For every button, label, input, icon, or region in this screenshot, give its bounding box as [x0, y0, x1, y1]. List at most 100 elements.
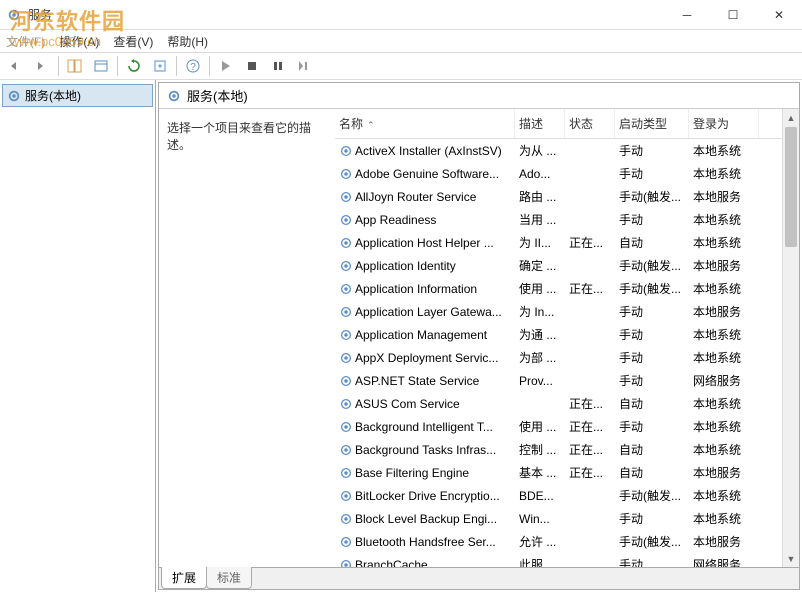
- table-row[interactable]: Background Tasks Infras...控制 ...正在...自动本…: [335, 438, 799, 461]
- list-rows: ActiveX Installer (AxInstSV)为从 ...手动本地系统…: [335, 139, 799, 567]
- tree-item-services-local[interactable]: 服务(本地): [2, 84, 153, 107]
- window-title: 服务: [28, 6, 52, 23]
- service-desc: 当用 ...: [515, 210, 565, 229]
- gear-icon: [339, 512, 353, 526]
- tab-standard[interactable]: 标准: [206, 567, 252, 589]
- table-row[interactable]: Background Intelligent T...使用 ...正在...手动…: [335, 415, 799, 438]
- table-row[interactable]: Application Layer Gatewa...为 In...手动本地服务: [335, 300, 799, 323]
- table-row[interactable]: Application Management为通 ...手动本地系统: [335, 323, 799, 346]
- table-row[interactable]: Adobe Genuine Software...Ado...手动本地系统: [335, 162, 799, 185]
- column-status[interactable]: 状态: [565, 109, 615, 138]
- start-button[interactable]: [214, 55, 238, 77]
- service-status: [565, 495, 615, 497]
- service-desc: Win...: [515, 511, 565, 527]
- service-name: ASP.NET State Service: [355, 374, 479, 388]
- scroll-thumb[interactable]: [785, 127, 797, 247]
- table-row[interactable]: BitLocker Drive Encryptio...BDE...手动(触发.…: [335, 484, 799, 507]
- service-name: Application Management: [355, 328, 487, 342]
- service-logon: 本地服务: [689, 302, 759, 321]
- gear-icon: [339, 305, 353, 319]
- restart-button[interactable]: [292, 55, 316, 77]
- gear-icon: [339, 282, 353, 296]
- table-row[interactable]: Base Filtering Engine基本 ...正在...自动本地服务: [335, 461, 799, 484]
- service-startup: 手动: [615, 164, 689, 183]
- scroll-up-arrow[interactable]: ▲: [783, 109, 799, 126]
- gear-icon: [339, 213, 353, 227]
- menu-file[interactable]: 文件(F): [6, 33, 45, 50]
- stop-button[interactable]: [240, 55, 264, 77]
- export-button[interactable]: [148, 55, 172, 77]
- service-status: [565, 564, 615, 566]
- menu-help[interactable]: 帮助(H): [167, 33, 208, 50]
- back-button[interactable]: [4, 55, 28, 77]
- table-row[interactable]: Application Identity确定 ...手动(触发...本地服务: [335, 254, 799, 277]
- service-desc: 允许 ...: [515, 532, 565, 551]
- right-pane: 服务(本地) 选择一个项目来查看它的描述。 名称⌃ 描述 状态 启动类型 登录为…: [158, 82, 800, 590]
- column-desc[interactable]: 描述: [515, 109, 565, 138]
- service-status: [565, 518, 615, 520]
- help-button[interactable]: ?: [181, 55, 205, 77]
- app-icon: [6, 7, 22, 23]
- service-name: Base Filtering Engine: [355, 466, 469, 480]
- table-row[interactable]: Application Host Helper ...为 II...正在...自…: [335, 231, 799, 254]
- titlebar: 服务 ─ ☐ ✕: [0, 0, 802, 30]
- service-name-cell: ASP.NET State Service: [335, 373, 515, 389]
- gear-icon: [7, 89, 21, 103]
- show-hide-tree-button[interactable]: [63, 55, 87, 77]
- service-status: 正在...: [565, 394, 615, 413]
- scroll-down-arrow[interactable]: ▼: [783, 550, 799, 567]
- service-name-cell: Block Level Backup Engi...: [335, 511, 515, 527]
- table-row[interactable]: Application Information使用 ...正在...手动(触发.…: [335, 277, 799, 300]
- service-name-cell: Adobe Genuine Software...: [335, 166, 515, 182]
- forward-button[interactable]: [30, 55, 54, 77]
- table-row[interactable]: AppX Deployment Servic...为部 ...手动本地系统: [335, 346, 799, 369]
- column-logon[interactable]: 登录为: [689, 109, 759, 138]
- vertical-scrollbar[interactable]: ▲ ▼: [782, 109, 799, 567]
- table-row[interactable]: AllJoyn Router Service路由 ...手动(触发...本地服务: [335, 185, 799, 208]
- table-row[interactable]: BranchCache此服 ...手动网络服务: [335, 553, 799, 567]
- service-status: [565, 334, 615, 336]
- service-logon: 本地系统: [689, 164, 759, 183]
- service-desc: Prov...: [515, 373, 565, 389]
- service-startup: 手动: [615, 210, 689, 229]
- service-name-cell: BitLocker Drive Encryptio...: [335, 488, 515, 504]
- toolbar: ?: [0, 52, 802, 80]
- service-name-cell: Background Intelligent T...: [335, 419, 515, 435]
- service-name: BitLocker Drive Encryptio...: [355, 489, 500, 503]
- table-row[interactable]: App Readiness当用 ...手动本地系统: [335, 208, 799, 231]
- close-button[interactable]: ✕: [756, 0, 802, 30]
- maximize-button[interactable]: ☐: [710, 0, 756, 30]
- table-row[interactable]: ASUS Com Service正在...自动本地系统: [335, 392, 799, 415]
- menu-action[interactable]: 操作(A): [59, 33, 99, 50]
- toolbar-separator: [209, 56, 210, 76]
- table-row[interactable]: ActiveX Installer (AxInstSV)为从 ...手动本地系统: [335, 139, 799, 162]
- service-logon: 本地系统: [689, 440, 759, 459]
- service-logon: 本地服务: [689, 256, 759, 275]
- service-status: [565, 219, 615, 221]
- gear-icon: [339, 420, 353, 434]
- service-startup: 手动: [615, 302, 689, 321]
- gear-icon: [339, 535, 353, 549]
- refresh-button[interactable]: [122, 55, 146, 77]
- table-row[interactable]: ASP.NET State ServiceProv...手动网络服务: [335, 369, 799, 392]
- service-status: [565, 150, 615, 152]
- pause-button[interactable]: [266, 55, 290, 77]
- column-startup[interactable]: 启动类型: [615, 109, 689, 138]
- column-name[interactable]: 名称⌃: [335, 109, 515, 138]
- service-name: Application Host Helper ...: [355, 236, 494, 250]
- gear-icon: [339, 374, 353, 388]
- service-startup: 手动: [615, 325, 689, 344]
- minimize-button[interactable]: ─: [664, 0, 710, 30]
- menu-view[interactable]: 查看(V): [113, 33, 153, 50]
- toolbar-separator: [58, 56, 59, 76]
- service-name-cell: Application Host Helper ...: [335, 235, 515, 251]
- tab-extended[interactable]: 扩展: [161, 567, 207, 589]
- service-name-cell: Application Information: [335, 281, 515, 297]
- service-name-cell: App Readiness: [335, 212, 515, 228]
- service-logon: 本地系统: [689, 509, 759, 528]
- service-status: 正在...: [565, 279, 615, 298]
- table-row[interactable]: Bluetooth Handsfree Ser...允许 ...手动(触发...…: [335, 530, 799, 553]
- service-desc: 控制 ...: [515, 440, 565, 459]
- properties-button[interactable]: [89, 55, 113, 77]
- table-row[interactable]: Block Level Backup Engi...Win...手动本地系统: [335, 507, 799, 530]
